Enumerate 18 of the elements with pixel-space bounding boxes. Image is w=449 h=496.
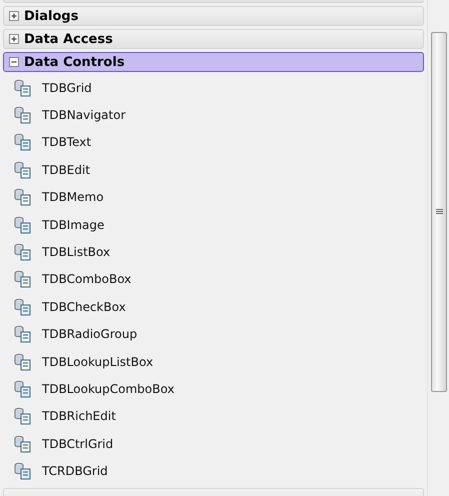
- component-item[interactable]: TDBEdit: [0, 156, 427, 184]
- component-item[interactable]: TDBRadioGroup: [0, 320, 427, 348]
- component-item[interactable]: TDBLookupListBox: [0, 348, 427, 376]
- category-header[interactable]: Dialogs: [3, 6, 424, 26]
- component-item[interactable]: TDBMemo: [0, 184, 427, 211]
- component-item[interactable]: TDBLookupComboBox: [0, 375, 427, 403]
- component-item[interactable]: TDBCtrlGrid: [0, 430, 427, 458]
- category-header[interactable]: Data Access: [3, 29, 424, 49]
- component-item[interactable]: TDBRichEdit: [0, 402, 427, 430]
- category-header[interactable]: Data Controls: [3, 52, 424, 72]
- component-item[interactable]: TCRDBGrid: [0, 457, 427, 485]
- component-item[interactable]: TDBImage: [0, 210, 427, 238]
- component-item[interactable]: TDBNavigator: [0, 101, 427, 129]
- component-item[interactable]: TDBCheckBox: [0, 293, 427, 321]
- component-item[interactable]: TDBGrid: [0, 74, 427, 102]
- component-item[interactable]: TDBListBox: [0, 238, 427, 266]
- component-item[interactable]: TDBText: [0, 128, 427, 156]
- component-item[interactable]: TDBComboBox: [0, 266, 427, 294]
